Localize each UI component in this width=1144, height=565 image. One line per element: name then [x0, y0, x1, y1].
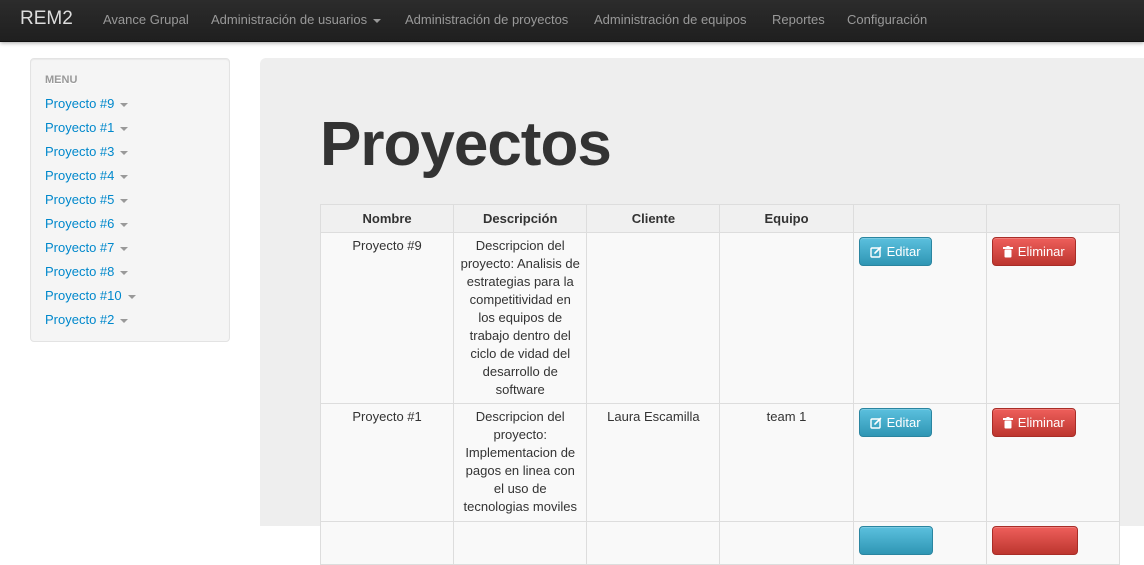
edit-button-partial[interactable]	[858, 526, 933, 555]
nav-reportes[interactable]: Reportes	[772, 12, 825, 27]
sidebar-item-proyecto-4[interactable]: Proyecto #4	[45, 168, 129, 183]
edit-button-label: Editar	[886, 415, 921, 430]
cell-edit: Editar	[852, 232, 987, 404]
caret-down-icon	[120, 198, 129, 203]
sidebar-item-proyecto-2[interactable]: Proyecto #2	[45, 312, 129, 327]
trash-icon	[1002, 416, 1013, 429]
column-header-nombre: Nombre	[319, 204, 455, 233]
cell-edit	[852, 521, 987, 565]
brand-logo[interactable]: REM2	[20, 8, 73, 30]
sidebar-item-label: Proyecto #8	[45, 264, 115, 279]
sidebar-item-label: Proyecto #2	[45, 312, 115, 327]
nav-label: Avance Grupal	[103, 12, 189, 27]
column-header-edit	[852, 204, 987, 233]
sidebar-item-proyecto-9[interactable]: Proyecto #9	[45, 96, 129, 111]
nav-admin-usuarios[interactable]: Administración de usuarios	[211, 12, 382, 27]
nav-label: Configuración	[847, 12, 928, 27]
caret-down-icon	[127, 294, 136, 299]
cell-cliente	[586, 232, 721, 404]
cell-delete	[985, 521, 1121, 565]
top-navbar: REM2 Avance Grupal Administración de usu…	[0, 0, 1144, 42]
nav-admin-equipos[interactable]: Administración de equipos	[594, 12, 746, 27]
cell-edit: Editar	[852, 403, 987, 522]
table-row: Proyecto #9 Descripcion del proyecto: An…	[319, 232, 1121, 404]
sidebar-item-proyecto-7[interactable]: Proyecto #7	[45, 240, 129, 255]
column-header-descripcion: Descripción	[453, 204, 588, 233]
column-header-equipo: Equipo	[719, 204, 854, 233]
page-title: Proyectos	[320, 110, 612, 179]
caret-down-icon	[120, 150, 129, 155]
delete-button-partial[interactable]	[991, 526, 1078, 555]
sidebar-item-label: Proyecto #9	[45, 96, 115, 111]
cell-equipo: team 1	[719, 403, 854, 522]
delete-button[interactable]: Eliminar	[991, 237, 1076, 266]
caret-down-icon	[120, 174, 129, 179]
trash-icon	[1002, 245, 1013, 258]
nav-label: Reportes	[772, 12, 825, 27]
delete-button[interactable]: Eliminar	[991, 408, 1076, 437]
sidebar-menu: MENU Proyecto #9 Proyecto #1 Proyecto #3…	[30, 58, 230, 342]
edit-button[interactable]: Editar	[858, 237, 932, 266]
sidebar-item-label: Proyecto #6	[45, 216, 115, 231]
cell-nombre: Proyecto #9	[319, 232, 455, 404]
cell-delete: Eliminar	[985, 403, 1121, 522]
table-row: Proyecto #1 Descripcion del proyecto: Im…	[319, 403, 1121, 522]
delete-button-label: Eliminar	[1017, 415, 1065, 430]
column-header-cliente: Cliente	[586, 204, 721, 233]
nav-label: Administración de proyectos	[405, 12, 569, 27]
cell-empty	[586, 521, 721, 565]
sidebar-item-label: Proyecto #3	[45, 144, 115, 159]
sidebar-item-label: Proyecto #10	[45, 288, 122, 303]
delete-button-label: Eliminar	[1017, 244, 1065, 259]
cell-descripcion: Descripcion del proyecto: Analisis de es…	[453, 232, 588, 404]
menu-header: MENU	[45, 74, 78, 86]
cell-empty	[453, 521, 588, 565]
sidebar-item-proyecto-3[interactable]: Proyecto #3	[45, 144, 129, 159]
cell-nombre: Proyecto #1	[319, 403, 455, 522]
caret-down-icon	[120, 246, 129, 251]
edit-icon	[869, 246, 881, 258]
sidebar-item-label: Proyecto #4	[45, 168, 115, 183]
cell-empty	[319, 521, 455, 565]
sidebar-item-label: Proyecto #7	[45, 240, 115, 255]
sidebar-item-proyecto-10[interactable]: Proyecto #10	[45, 288, 136, 303]
cell-delete: Eliminar	[985, 232, 1121, 404]
main-content: Proyectos Nombre Descripción Cliente Equ…	[260, 58, 1144, 565]
nav-label: Administración de usuarios	[211, 12, 368, 27]
nav-label: Administración de equipos	[594, 12, 747, 27]
caret-down-icon	[120, 270, 129, 275]
table-header-row: Nombre Descripción Cliente Equipo	[319, 204, 1121, 233]
caret-down-icon	[120, 318, 129, 323]
nav-admin-proyectos[interactable]: Administración de proyectos	[405, 12, 568, 27]
table-row	[319, 521, 1121, 565]
sidebar-item-proyecto-8[interactable]: Proyecto #8	[45, 264, 129, 279]
sidebar-item-proyecto-5[interactable]: Proyecto #5	[45, 192, 129, 207]
caret-down-icon	[373, 18, 382, 23]
caret-down-icon	[120, 222, 129, 227]
nav-avance-grupal[interactable]: Avance Grupal	[103, 12, 189, 27]
caret-down-icon	[120, 102, 129, 107]
cell-cliente: Laura Escamilla	[586, 403, 721, 522]
sidebar-item-proyecto-1[interactable]: Proyecto #1	[45, 120, 129, 135]
cell-empty	[719, 521, 854, 565]
projects-table: Nombre Descripción Cliente Equipo Proyec…	[319, 204, 1121, 565]
nav-configuracion[interactable]: Configuración	[847, 12, 927, 27]
edit-button-label: Editar	[886, 244, 921, 259]
column-header-delete	[985, 204, 1121, 233]
cell-equipo	[719, 232, 854, 404]
sidebar-item-label: Proyecto #5	[45, 192, 115, 207]
cell-descripcion: Descripcion del proyecto: Implementacion…	[453, 403, 588, 522]
edit-icon	[869, 417, 881, 429]
edit-button[interactable]: Editar	[858, 408, 932, 437]
sidebar-item-proyecto-6[interactable]: Proyecto #6	[45, 216, 129, 231]
sidebar-item-label: Proyecto #1	[45, 120, 115, 135]
caret-down-icon	[120, 126, 129, 131]
